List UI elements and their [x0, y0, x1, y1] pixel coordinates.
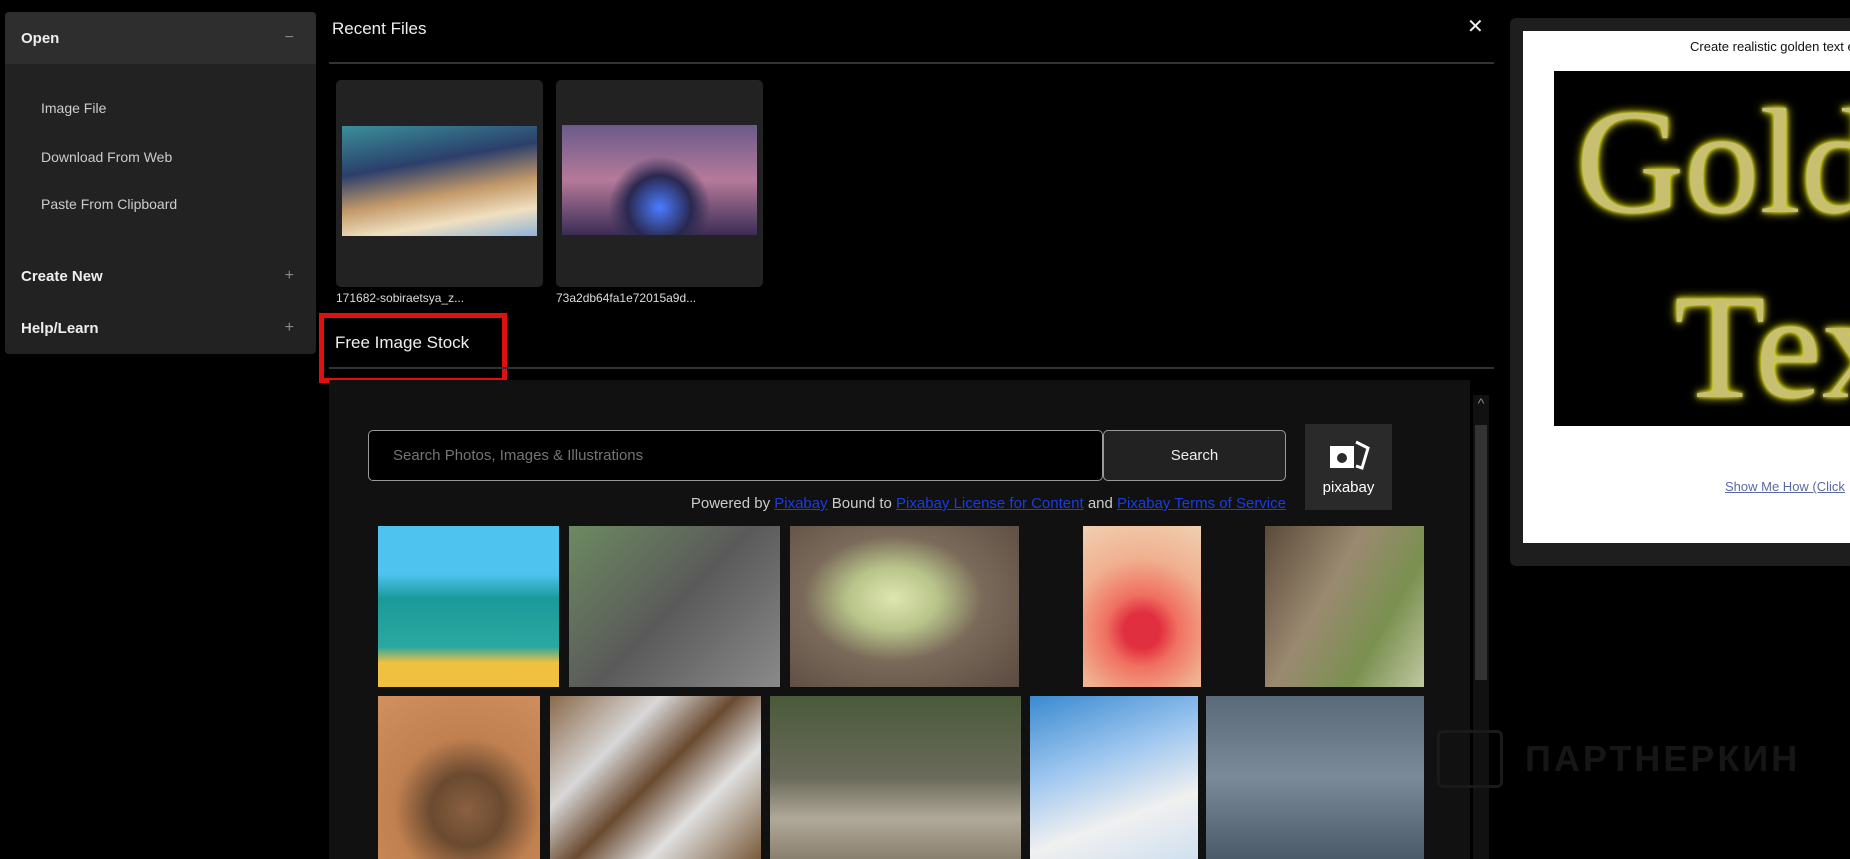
- divider: [329, 367, 1494, 369]
- stock-photo[interactable]: [790, 526, 1019, 687]
- attribution: Powered by Pixabay Bound to Pixabay Lice…: [691, 495, 1286, 512]
- attribution-text: and: [1087, 495, 1113, 512]
- promo-card: Create realistic golden text effe Gold T…: [1523, 31, 1850, 543]
- collapse-icon[interactable]: −: [285, 29, 294, 47]
- watermark-logo-icon: [1437, 730, 1503, 788]
- section-open[interactable]: Open −: [5, 12, 316, 64]
- scrollbar[interactable]: ^: [1473, 395, 1489, 859]
- pixabay-logo[interactable]: pixabay: [1305, 424, 1392, 510]
- promo-panel: Create realistic golden text effe Gold T…: [1510, 18, 1850, 566]
- image-stock-panel: Search pixabay Powered by Pixabay Bound …: [329, 380, 1470, 859]
- promo-image-text: Gold: [1576, 79, 1850, 245]
- stock-photo[interactable]: [1030, 696, 1198, 859]
- recent-file-name: 171682-sobiraetsya_z...: [336, 291, 465, 305]
- expand-icon[interactable]: +: [285, 319, 294, 337]
- stock-photo[interactable]: [550, 696, 761, 859]
- section-help-learn-label: Help/Learn: [21, 319, 99, 337]
- stock-photo[interactable]: [1206, 696, 1424, 859]
- search-button[interactable]: Search: [1103, 430, 1286, 481]
- stock-photo[interactable]: [770, 696, 1021, 859]
- section-help-learn[interactable]: Help/Learn +: [5, 302, 316, 354]
- thumbnail-image: [562, 125, 757, 235]
- search-input[interactable]: [368, 430, 1103, 481]
- divider: [329, 62, 1494, 64]
- recent-files-title: Recent Files: [332, 19, 427, 38]
- scroll-up-arrow[interactable]: ^: [1473, 395, 1489, 411]
- section-create-new[interactable]: Create New +: [5, 250, 316, 302]
- thumbnail-image: [342, 126, 537, 236]
- stock-photo[interactable]: [378, 526, 559, 687]
- sidebar: Open − Image File Download From Web Past…: [5, 12, 316, 354]
- pixabay-logo-text: pixabay: [1322, 479, 1375, 496]
- recent-file-name: 73a2db64fa1e72015a9d...: [556, 291, 697, 305]
- stock-photo[interactable]: [378, 696, 540, 859]
- terms-link[interactable]: Pixabay Terms of Service: [1117, 495, 1286, 512]
- watermark-text: ПАРТНЕРКИН: [1525, 738, 1801, 779]
- promo-caption: Create realistic golden text effe: [1690, 39, 1850, 54]
- pixabay-link[interactable]: Pixabay: [774, 495, 827, 512]
- recent-file-thumb[interactable]: [336, 80, 543, 287]
- show-me-how-link[interactable]: Show Me How (Click: [1725, 479, 1845, 494]
- stock-photo[interactable]: [1083, 526, 1201, 687]
- promo-image[interactable]: Gold Tex: [1554, 71, 1850, 426]
- menu-item-paste-from-clipboard[interactable]: Paste From Clipboard: [41, 196, 177, 212]
- license-link[interactable]: Pixabay License for Content: [896, 495, 1084, 512]
- expand-icon[interactable]: +: [285, 267, 294, 285]
- attribution-text: Bound to: [831, 495, 892, 512]
- section-open-label: Open: [21, 29, 60, 47]
- promo-image-text: Tex: [1674, 264, 1850, 426]
- close-icon[interactable]: ✕: [1467, 14, 1484, 39]
- section-create-new-label: Create New: [21, 267, 103, 285]
- menu-item-image-file[interactable]: Image File: [41, 100, 106, 116]
- scrollbar-thumb[interactable]: [1475, 425, 1487, 680]
- attribution-text: Powered by: [690, 495, 771, 512]
- stock-photo[interactable]: [1265, 526, 1424, 687]
- menu-item-download-from-web[interactable]: Download From Web: [41, 149, 172, 165]
- stock-photo[interactable]: [569, 526, 780, 687]
- recent-file-thumb[interactable]: [556, 80, 763, 287]
- camera-icon: [1329, 440, 1370, 470]
- highlight-box: [319, 313, 507, 383]
